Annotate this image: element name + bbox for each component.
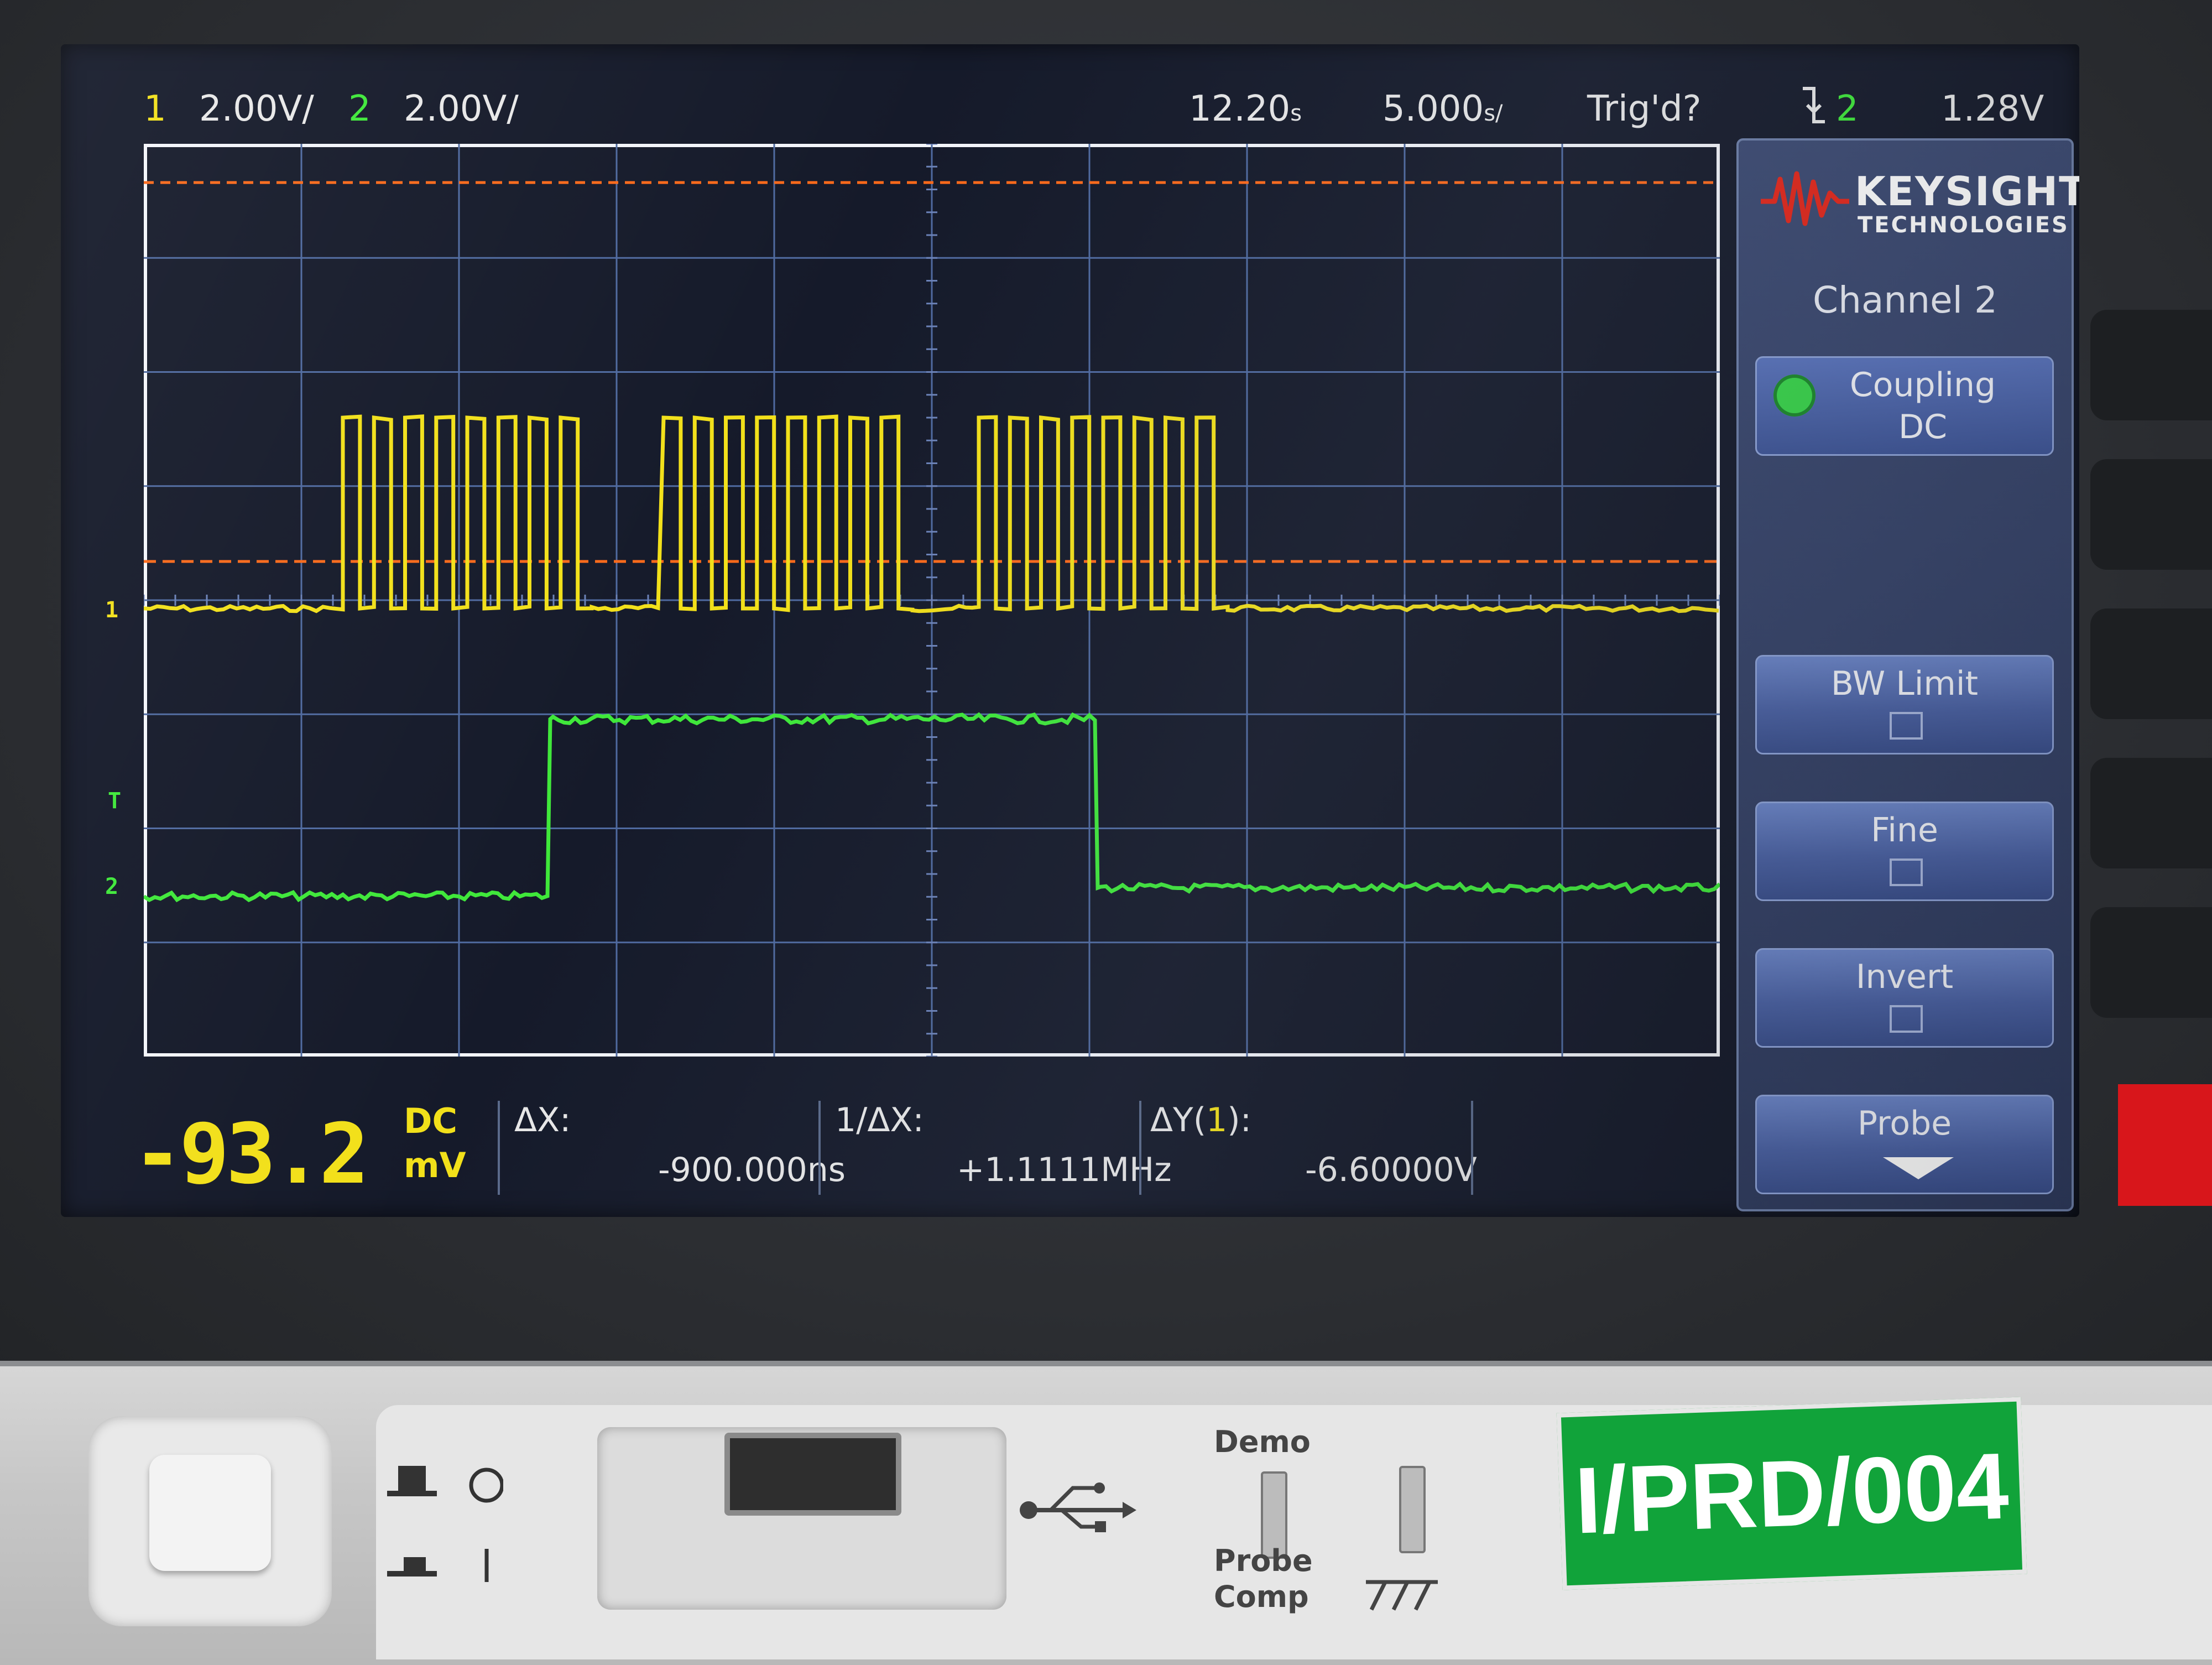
time-delay-value: 12.20: [1189, 89, 1291, 129]
softkey-panel: KEYSIGHT TECHNOLOGIES Channel 2 Coupling…: [1736, 138, 2079, 1211]
status-bar: 1 2.00V/ 2 2.00V/ 12.20s 5.000s/ Trig'd?…: [94, 77, 2079, 144]
submenu-arrow-icon: [1883, 1157, 1954, 1179]
red-tab: [2118, 1084, 2212, 1206]
trigger-status: Trig'd?: [1587, 89, 1702, 129]
divider: [1471, 1101, 1473, 1195]
delta-y-label-suffix: ):: [1227, 1101, 1251, 1140]
fine-softkey[interactable]: Fine: [1755, 802, 2054, 901]
invert-softkey[interactable]: Invert: [1755, 948, 2054, 1048]
brand-name: KEYSIGHT: [1855, 168, 2079, 215]
keysight-logo: KEYSIGHT TECHNOLOGIES: [1761, 157, 2079, 251]
softkey-hardware-button-3[interactable]: [2090, 608, 2212, 719]
coupling-label: Coupling: [1849, 366, 1996, 404]
delta-y-label: ΔY(1):: [1150, 1101, 1251, 1140]
asset-tag-label: I/PRD/004: [1556, 1397, 2027, 1590]
delta-y-label-channel: 1: [1206, 1101, 1228, 1140]
probe-comp-label-1: Probe: [1214, 1543, 1313, 1578]
delta-x-label: ΔX:: [514, 1101, 571, 1140]
usb-port[interactable]: [724, 1433, 901, 1516]
menu-title: Channel 2: [1813, 279, 1997, 321]
coupling-softkey[interactable]: Coupling DC: [1755, 356, 2054, 456]
bw-limit-checkbox: [1890, 712, 1923, 740]
keysight-wave-icon: [1761, 171, 1849, 226]
bw-limit-softkey[interactable]: BW Limit: [1755, 655, 2054, 755]
delta-y-label-prefix: ΔY(: [1150, 1101, 1207, 1140]
divider: [498, 1101, 500, 1195]
ch1-number: 1: [144, 89, 166, 129]
power-button[interactable]: [149, 1455, 271, 1571]
ground-icon: [1366, 1580, 1438, 1611]
usb-icon: [1020, 1482, 1136, 1532]
demo-label: Demo: [1214, 1424, 1311, 1459]
trigger-source: 2: [1836, 89, 1859, 129]
coupling-value: DC: [1898, 408, 1948, 446]
delta-x-value: -900.000ns: [658, 1151, 846, 1189]
time-scale-unit: s/: [1484, 101, 1503, 126]
probe-softkey[interactable]: Probe: [1755, 1095, 2054, 1194]
softkey-hardware-button-2[interactable]: [2090, 459, 2212, 570]
time-delay[interactable]: 12.20s: [1189, 89, 1302, 129]
ch2-ground-marker[interactable]: 2: [105, 874, 118, 899]
probe-label: Probe: [1857, 1104, 1952, 1143]
probe-comp-label-2: Comp: [1214, 1579, 1309, 1614]
voltmeter-readout: -93.2: [133, 1106, 369, 1203]
voltmeter-mode: DC: [404, 1101, 457, 1141]
falling-edge-icon: [1797, 83, 1830, 136]
inverse-delta-x-label: 1/ΔX:: [835, 1101, 924, 1140]
fine-checkbox: [1890, 858, 1923, 886]
time-delay-unit: s: [1290, 101, 1302, 126]
brand-subtitle: TECHNOLOGIES: [1858, 212, 2069, 238]
softkey-hardware-button-5[interactable]: [2090, 907, 2212, 1018]
bw-limit-label: BW Limit: [1830, 664, 1979, 703]
measurement-bar: -93.2 DC mV ΔX: -900.000ns 1/ΔX: +1.1111…: [94, 1095, 1753, 1206]
softkey-hardware-button-1[interactable]: [2090, 310, 2212, 420]
waveform-display: [144, 144, 1720, 1057]
time-scale-value: 5.000: [1383, 89, 1484, 129]
oscilloscope-screen: 1 2.00V/ 2 2.00V/ 12.20s 5.000s/ Trig'd?…: [61, 44, 2079, 1217]
invert-label: Invert: [1855, 958, 1954, 996]
time-scale[interactable]: 5.000s/: [1383, 89, 1503, 129]
voltmeter-unit: mV: [404, 1145, 466, 1185]
divider: [1139, 1101, 1141, 1195]
power-state-icon: [387, 1466, 503, 1582]
ch2-scale[interactable]: 2.00V/: [404, 89, 519, 129]
divider: [818, 1101, 821, 1195]
softkey-hardware-button-4[interactable]: [2090, 758, 2212, 868]
ground-terminal[interactable]: [1399, 1466, 1426, 1553]
ch1-scale[interactable]: 2.00V/: [199, 89, 314, 129]
trigger-marker[interactable]: T: [108, 788, 121, 814]
ch2-number: 2: [348, 89, 371, 129]
ch1-ground-marker[interactable]: 1: [105, 597, 118, 623]
trigger-level[interactable]: 1.28V: [1941, 89, 2044, 129]
power-button-housing: [88, 1416, 332, 1626]
invert-checkbox: [1890, 1005, 1923, 1033]
delta-y-value: -6.60000V: [1305, 1151, 1477, 1189]
fine-label: Fine: [1871, 811, 1938, 850]
